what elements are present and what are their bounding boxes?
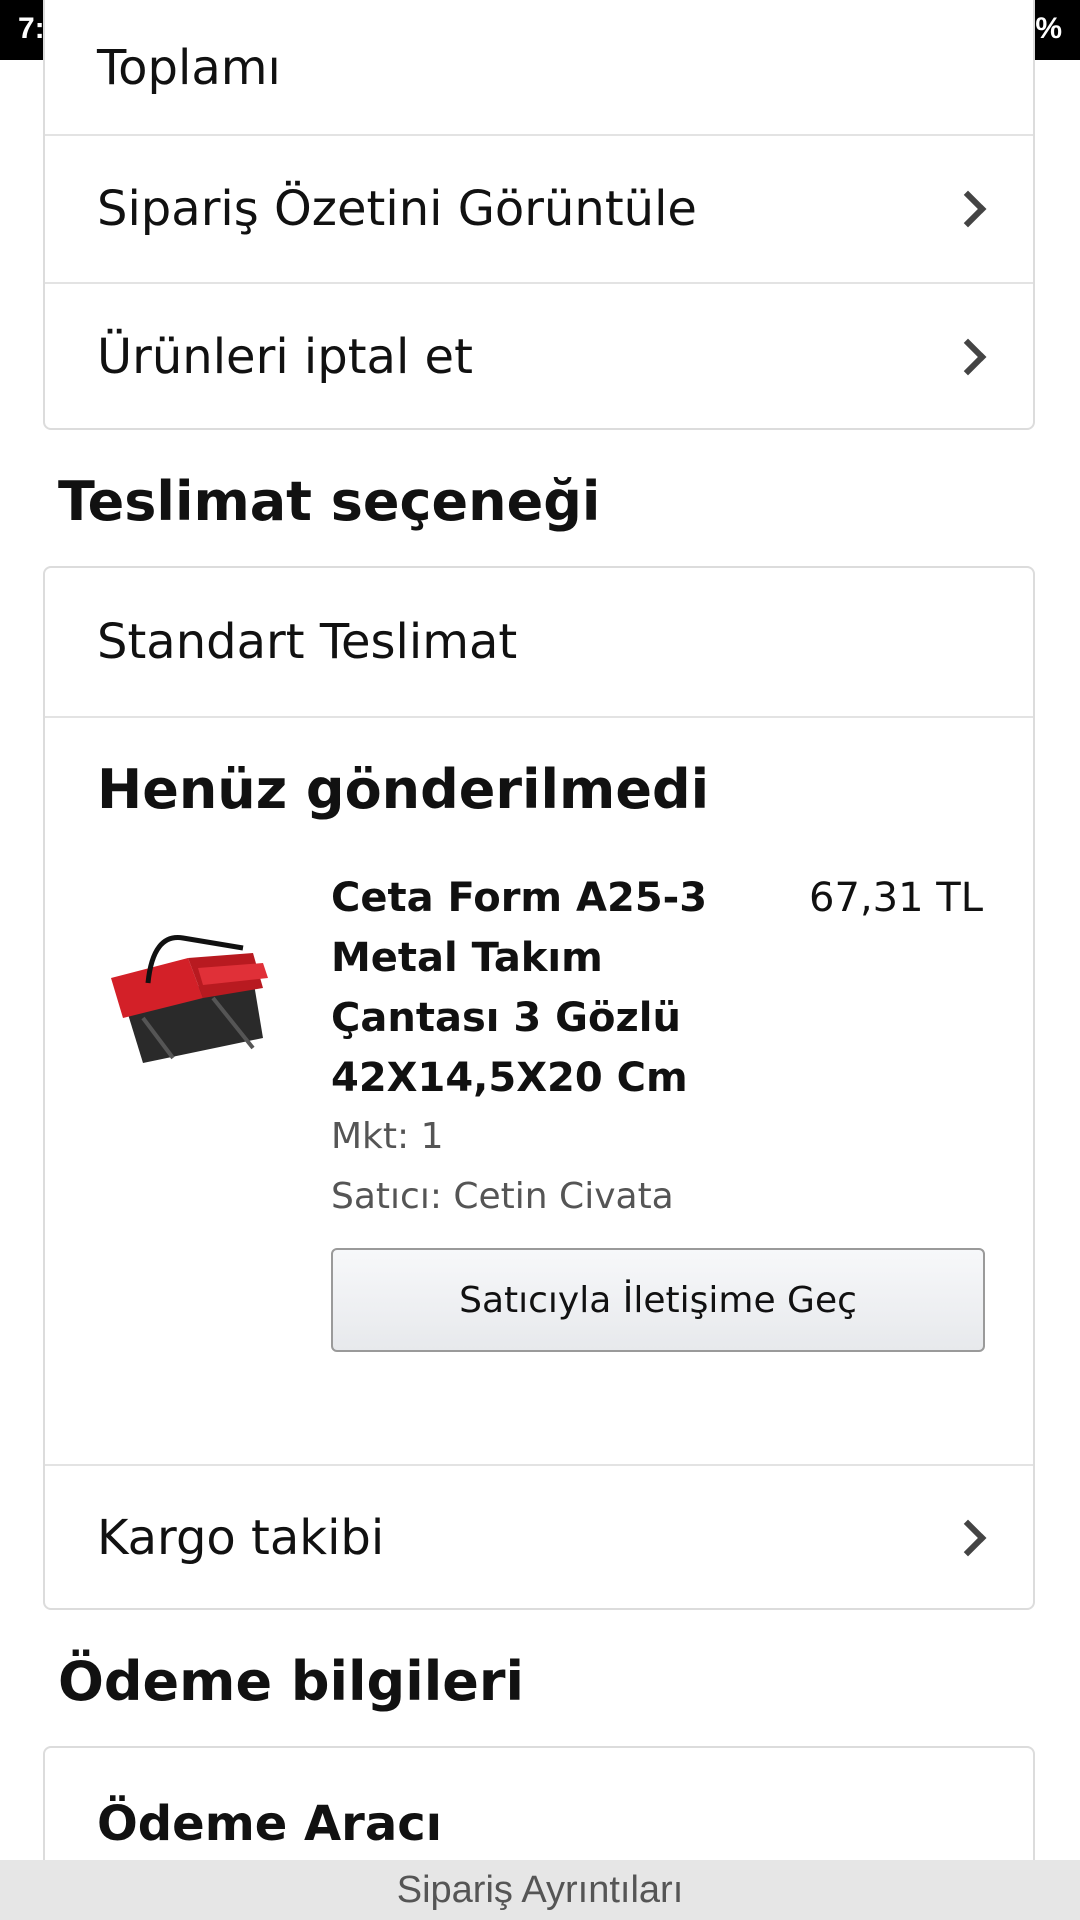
contact-seller-button[interactable]: Satıcıyla İletişime Geç: [331, 1248, 985, 1352]
payment-heading: Ödeme bilgileri: [58, 1650, 524, 1713]
view-order-summary-label: Sipariş Özetini Görüntüle: [97, 181, 697, 237]
product-image[interactable]: [103, 923, 273, 1073]
delivery-card: Standart Teslimat Henüz gönderilmedi Cet…: [43, 566, 1035, 1610]
chevron-right-icon: [949, 1519, 987, 1557]
view-order-summary-row[interactable]: Sipariş Özetini Görüntüle: [45, 134, 1033, 282]
bottom-title-bar: Sipariş Ayrıntıları: [0, 1860, 1080, 1920]
delivery-method-row: Standart Teslimat: [45, 568, 1033, 716]
payment-method-title: Ödeme Aracı: [97, 1796, 443, 1852]
chevron-right-icon: [949, 338, 987, 376]
cancel-items-label: Ürünleri iptal et: [97, 329, 473, 385]
product-title[interactable]: Ceta Form A25-3 Metal Takım Çantası 3 Gö…: [331, 868, 751, 1108]
shipment-block: Henüz gönderilmedi Ceta Form A25-3 Metal…: [45, 716, 1033, 1464]
product-price: 67,31 TL: [809, 875, 983, 921]
bottom-title: Sipariş Ayrıntıları: [396, 1868, 684, 1911]
delivery-method-label: Standart Teslimat: [97, 614, 518, 670]
tracking-row[interactable]: Kargo takibi: [45, 1464, 1033, 1608]
chevron-right-icon: [949, 190, 987, 228]
product-quantity: Mkt: 1: [331, 1116, 444, 1157]
order-total-row: Toplamı: [45, 0, 1033, 134]
delivery-heading: Teslimat seçeneği: [58, 470, 601, 533]
order-actions-card: Toplamı Sipariş Özetini Görüntüle Ürünle…: [43, 0, 1035, 430]
product-seller: Satıcı: Cetin Civata: [331, 1176, 674, 1217]
shipment-status: Henüz gönderilmedi: [97, 758, 710, 821]
tracking-label: Kargo takibi: [97, 1510, 385, 1566]
cancel-items-row[interactable]: Ürünleri iptal et: [45, 282, 1033, 428]
order-total-label: Toplamı: [97, 40, 281, 96]
